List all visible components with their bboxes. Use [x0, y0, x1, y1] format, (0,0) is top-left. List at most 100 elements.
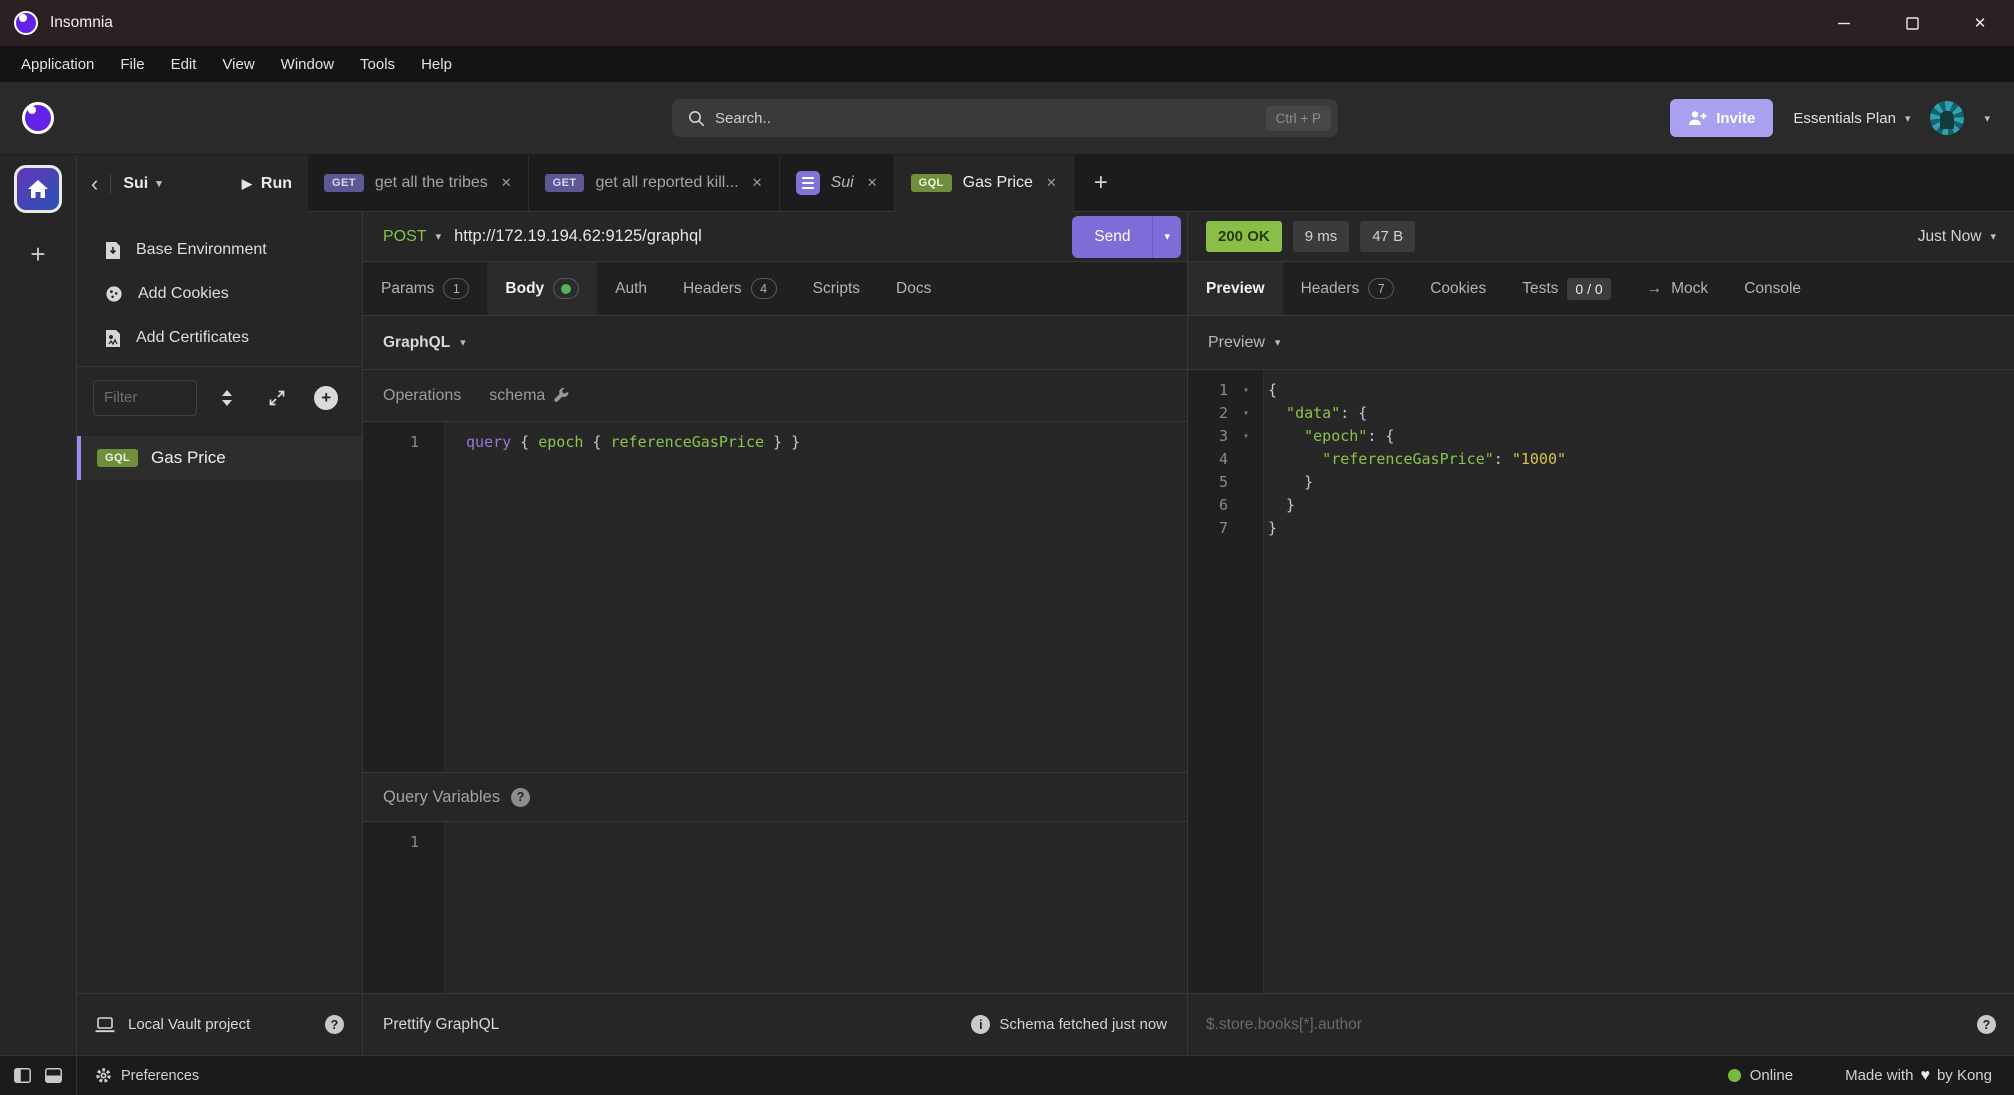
run-button[interactable]: ▶ Run — [242, 175, 292, 193]
workspace-dropdown[interactable]: Sui ▾ — [123, 175, 161, 193]
help-icon[interactable]: ? — [1977, 1015, 1996, 1034]
menu-tools[interactable]: Tools — [347, 56, 408, 73]
json-punct: : { — [1367, 427, 1394, 445]
new-tab-button[interactable]: + — [1074, 155, 1128, 211]
close-tab-icon[interactable]: ✕ — [752, 175, 763, 191]
tab-label: Console — [1744, 280, 1801, 298]
help-icon[interactable]: ? — [325, 1015, 344, 1034]
sort-button[interactable] — [207, 390, 247, 406]
minimize-button[interactable] — [1810, 0, 1878, 46]
tab-mock[interactable]: → Mock — [1629, 262, 1727, 315]
tab-gas-price[interactable]: GQL Gas Price ✕ — [895, 155, 1074, 212]
close-tab-icon[interactable]: ✕ — [867, 175, 878, 191]
tab-headers[interactable]: Headers 4 — [665, 262, 795, 315]
prettify-button[interactable]: Prettify GraphQL — [383, 1016, 499, 1034]
send-button-group: Send ▾ — [1072, 216, 1181, 258]
tab-label: Sui — [831, 174, 854, 192]
toggle-panel-icon[interactable] — [45, 1068, 62, 1083]
invite-button[interactable]: Invite — [1670, 99, 1773, 137]
chevron-down-icon: ▾ — [1990, 230, 1996, 243]
tab-label: Docs — [896, 280, 931, 298]
tab-get-all-reported-kills[interactable]: GET get all reported kill... ✕ — [529, 155, 780, 211]
online-status[interactable]: Online — [1728, 1067, 1793, 1084]
body-dot-icon — [561, 284, 571, 294]
menu-file[interactable]: File — [107, 56, 157, 73]
json-line: 1▾{ — [1188, 379, 2014, 402]
main: + ‹ Sui ▾ ▶ Run — [0, 155, 2014, 1055]
expand-all-button[interactable] — [257, 390, 297, 406]
sidebar-footer[interactable]: Local Vault project ? — [77, 993, 362, 1055]
tab-tests[interactable]: Tests 0 / 0 — [1504, 262, 1628, 315]
plan-dropdown[interactable]: Essentials Plan ▾ — [1793, 110, 1910, 127]
menu-help[interactable]: Help — [408, 56, 465, 73]
global-search[interactable]: Ctrl + P — [672, 99, 1338, 137]
filter-input[interactable] — [93, 380, 197, 416]
tab-label: Headers — [683, 280, 742, 298]
tab-preview[interactable]: Preview — [1188, 262, 1283, 315]
new-organization-button[interactable]: + — [30, 241, 45, 267]
menu-application[interactable]: Application — [8, 56, 107, 73]
close-tab-icon[interactable]: ✕ — [1046, 175, 1057, 191]
url-input[interactable]: http://172.19.194.62:9125/graphql — [454, 227, 702, 246]
graphql-query-editor[interactable]: 1 query { epoch { referenceGasPrice } } — [363, 422, 1187, 772]
request-list-item-gas-price[interactable]: GQL Gas Price — [77, 436, 362, 480]
code-punct: { — [511, 433, 538, 451]
tab-environment-sui[interactable]: Sui ✕ — [780, 155, 895, 211]
line-number: 4 — [1188, 448, 1228, 471]
query-variables-editor[interactable]: 1 — [363, 822, 1187, 993]
search-input[interactable] — [715, 110, 1256, 127]
tab-docs[interactable]: Docs — [878, 262, 949, 315]
send-options-button[interactable]: ▾ — [1152, 216, 1181, 258]
preferences-button[interactable]: Preferences — [77, 1067, 199, 1084]
tab-auth[interactable]: Auth — [597, 262, 665, 315]
schema-dropdown[interactable]: schema — [489, 387, 570, 405]
tab-get-all-the-tribes[interactable]: GET get all the tribes ✕ — [308, 155, 529, 211]
workspace: ‹ Sui ▾ ▶ Run GET get all the tribes — [77, 155, 2014, 1055]
tab-response-headers[interactable]: Headers 7 — [1283, 262, 1413, 315]
sidebar-item-base-environment[interactable]: Base Environment — [77, 228, 362, 272]
preview-mode-dropdown[interactable]: Preview ▾ — [1188, 316, 2014, 370]
sidebar-item-add-cookies[interactable]: Add Cookies — [77, 272, 362, 316]
json-punct: } — [1268, 496, 1295, 514]
send-button[interactable]: Send — [1072, 216, 1152, 258]
insomnia-window: Insomnia ✕ Application File Edit View Wi… — [0, 0, 2014, 1095]
code-field: referenceGasPrice — [611, 433, 765, 451]
help-icon[interactable]: ? — [511, 788, 530, 807]
method-label: POST — [383, 228, 427, 246]
tab-body[interactable]: Body — [487, 262, 597, 315]
add-request-button[interactable]: + — [306, 386, 346, 410]
divider — [110, 174, 111, 194]
response-filter-input[interactable] — [1206, 1016, 1965, 1034]
menu-window[interactable]: Window — [268, 56, 347, 73]
menu-view[interactable]: View — [209, 56, 267, 73]
fold-caret-icon[interactable]: ▾ — [1228, 402, 1264, 425]
line-number: 2 — [1188, 402, 1228, 425]
code-content: } — [1264, 494, 1295, 517]
sidebar-item-add-certificates[interactable]: Add Certificates — [77, 316, 362, 360]
toggle-sidebar-icon[interactable] — [14, 1068, 31, 1083]
body-type-dropdown[interactable]: GraphQL ▾ — [363, 316, 1187, 370]
preview-mode-label: Preview — [1208, 334, 1265, 352]
chevron-down-icon: ▾ — [1275, 336, 1281, 349]
certificate-icon — [105, 329, 121, 348]
method-badge: GQL — [97, 449, 138, 467]
response-history-dropdown[interactable]: Just Now ▾ — [1918, 228, 1996, 246]
close-button[interactable]: ✕ — [1946, 0, 2014, 46]
account-chevron-down-icon[interactable]: ▾ — [1984, 112, 1990, 125]
tab-scripts[interactable]: Scripts — [795, 262, 878, 315]
avatar[interactable] — [1930, 101, 1964, 135]
fold-caret-icon[interactable]: ▾ — [1228, 379, 1264, 402]
menu-edit[interactable]: Edit — [158, 56, 210, 73]
close-tab-icon[interactable]: ✕ — [501, 175, 512, 191]
tab-console[interactable]: Console — [1726, 262, 1819, 315]
back-button[interactable]: ‹ — [91, 173, 98, 195]
home-button[interactable] — [14, 165, 62, 213]
tab-cookies[interactable]: Cookies — [1412, 262, 1504, 315]
fold-caret-icon[interactable]: ▾ — [1228, 425, 1264, 448]
response-filter-bar: ? — [1188, 993, 2014, 1055]
tab-params[interactable]: Params 1 — [363, 262, 487, 315]
response-body-viewer[interactable]: 1▾{ 2▾ "data": { 3▾ "epoch": { 4 "refere… — [1188, 370, 2014, 993]
maximize-button[interactable] — [1878, 0, 1946, 46]
chevron-down-icon: ▾ — [1164, 230, 1170, 243]
method-dropdown[interactable]: POST ▾ — [383, 228, 441, 246]
